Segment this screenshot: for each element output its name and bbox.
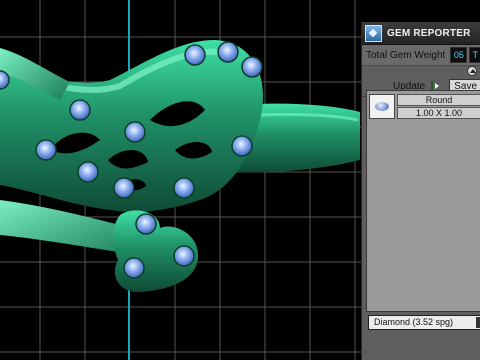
panel-title: GEM REPORTER <box>387 27 471 39</box>
material-select[interactable]: Diamond (3.52 spg) <box>368 315 480 330</box>
collapse-up-icon[interactable] <box>467 66 477 76</box>
round-gem-icon <box>369 94 395 119</box>
total-weight-value: 05 <box>450 47 468 63</box>
material-scroll-icon[interactable] <box>476 317 480 328</box>
gem-list[interactable]: Round 1.00 X 1.00 <box>366 90 480 312</box>
panel-title-bar[interactable]: GEM REPORTER <box>362 22 480 45</box>
total-weight-unit[interactable]: T <box>469 47 480 63</box>
collapse-row <box>362 66 480 76</box>
total-weight-label: Total Gem Weight <box>366 49 446 61</box>
gem-list-item[interactable]: Round 1.00 X 1.00 <box>369 93 480 121</box>
gem-size-label: 1.00 X 1.00 <box>397 107 480 119</box>
gem-shape-label: Round <box>397 94 480 106</box>
total-weight-row: Total Gem Weight 05 T <box>362 45 480 66</box>
gem-reporter-app-icon <box>365 24 382 42</box>
material-select-value: Diamond (3.52 spg) <box>374 317 454 327</box>
gem-reporter-panel: GEM REPORTER Total Gem Weight 05 T Updat… <box>361 22 480 360</box>
